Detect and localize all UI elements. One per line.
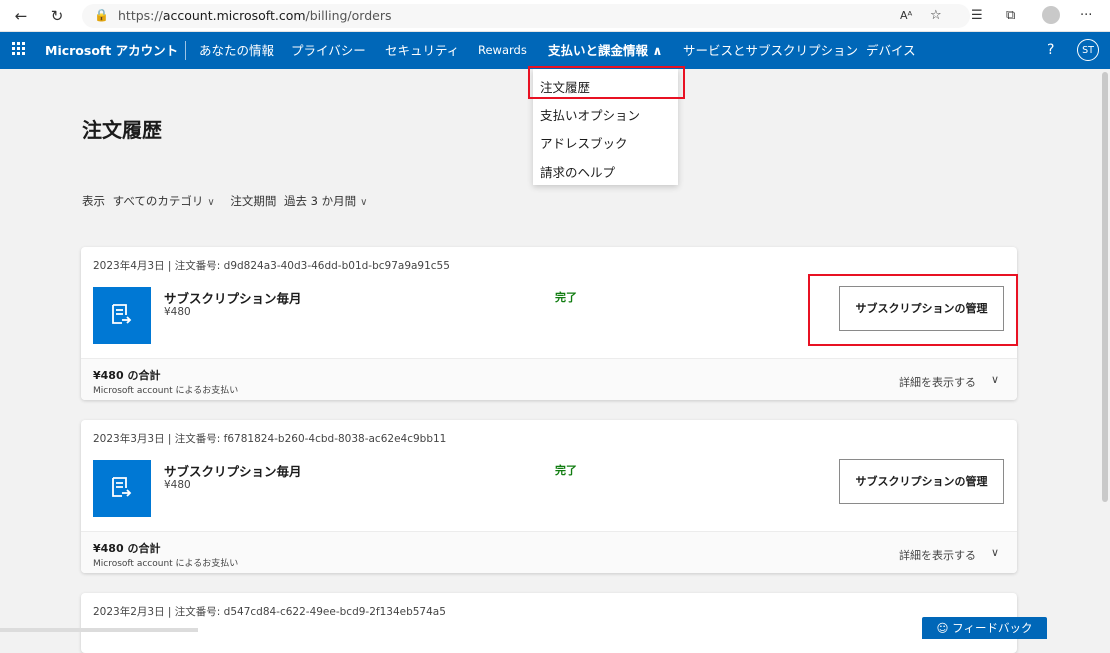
product-price: ¥480 [164,479,191,491]
nav-rewards[interactable]: Rewards [478,32,527,69]
subscription-icon [112,477,132,497]
avatar[interactable]: ST [1077,39,1099,61]
nav-privacy[interactable]: プライバシー [291,32,366,69]
app-launcher-icon[interactable] [12,42,26,56]
menu-item-address-book[interactable]: アドレスブック [540,133,628,152]
more-menu-icon[interactable]: ··· [1080,6,1092,26]
favorites-list-icon[interactable]: ☰ [971,6,983,26]
browser-toolbar: ← ↻ 🔒 https://account.microsoft.com/bill… [0,0,1110,32]
order-total: ¥480 の合計 [93,369,161,382]
header-divider [185,41,186,60]
filter-bar: 表示 すべてのカテゴリ ∨ 注文期間 過去 3 か月間 ∨ [82,193,380,209]
order-card: 2023年2月3日 | 注文番号: d547cd84-c622-49ee-bcd… [81,593,1017,653]
status-badge: 完了 [555,464,577,477]
period-filter[interactable]: 過去 3 か月間 [284,194,356,208]
order-meta: 2023年3月3日 | 注文番号: f6781824-b260-4cbd-803… [93,433,447,445]
subscription-tile [93,460,151,517]
nav-security[interactable]: セキュリティ [385,32,459,69]
show-details-link[interactable]: 詳細を表示する [899,547,976,563]
scrollbar-thumb[interactable] [1102,72,1108,502]
order-meta: 2023年2月3日 | 注文番号: d547cd84-c622-49ee-bcd… [93,606,446,618]
order-card: 2023年3月3日 | 注文番号: f6781824-b260-4cbd-803… [81,420,1017,573]
help-icon[interactable]: ? [1047,32,1054,69]
chevron-down-icon[interactable]: ∨ [991,546,999,559]
product-name: サブスクリプション毎月 [164,291,302,306]
nav-your-info[interactable]: あなたの情報 [199,32,274,69]
order-footer: ¥480 の合計 Microsoft account によるお支払い 詳細を表示… [81,358,1017,400]
nav-devices[interactable]: デバイス [866,32,916,69]
manage-subscription-button[interactable]: サブスクリプションの管理 [839,459,1004,504]
payment-method: Microsoft account によるお支払い [93,559,239,569]
order-footer: ¥480 の合計 Microsoft account によるお支払い 詳細を表示… [81,531,1017,573]
subscription-icon [112,304,132,324]
payment-method: Microsoft account によるお支払い [93,386,239,396]
show-details-link[interactable]: 詳細を表示する [899,374,976,390]
read-aloud-icon[interactable]: Aᴬ [900,6,912,26]
collections-icon[interactable]: ⧉ [1006,6,1015,26]
nav-payment-billing[interactable]: 支払いと課金情報 ∧ [548,32,663,69]
menu-item-payment-options[interactable]: 支払いオプション [540,105,640,124]
browser-profile-icon[interactable] [1042,6,1060,24]
feedback-button[interactable]: ☺ フィードバック [922,617,1047,639]
chevron-down-icon[interactable]: ∨ [207,197,214,208]
order-meta: 2023年4月3日 | 注文番号: d9d824a3-40d3-46dd-b01… [93,260,450,272]
order-total: ¥480 の合計 [93,542,161,555]
category-filter[interactable]: すべてのカテゴリ [113,194,204,208]
status-badge: 完了 [555,291,577,304]
refresh-icon[interactable]: ↻ [47,6,67,26]
url-text: https://account.microsoft.com/billing/or… [118,8,392,23]
menu-item-billing-help[interactable]: 請求のヘルプ [540,162,615,181]
favorite-star-icon[interactable]: ☆ [930,6,942,26]
nav-services-subscriptions[interactable]: サービスとサブスクリプション [683,32,858,69]
status-strip [0,628,198,632]
product-name: サブスクリプション毎月 [164,464,302,479]
lock-icon: 🔒 [94,8,109,22]
filter-period-label: 注文期間 [230,194,277,208]
account-header: Microsoft アカウント あなたの情報 プライバシー セキュリティ Rew… [0,32,1110,69]
page-title: 注文履歴 [82,118,162,142]
chevron-down-icon[interactable]: ∨ [991,373,999,386]
filter-show-label: 表示 [82,194,105,208]
chevron-down-icon[interactable]: ∨ [360,197,367,208]
brand-link[interactable]: Microsoft アカウント [45,32,178,69]
subscription-tile [93,287,151,344]
address-bar[interactable]: 🔒 https://account.microsoft.com/billing/… [82,4,970,28]
highlight-order-history [528,66,685,99]
highlight-manage-subscription [808,274,1018,346]
product-price: ¥480 [164,306,191,318]
back-arrow-icon[interactable]: ← [11,6,31,26]
